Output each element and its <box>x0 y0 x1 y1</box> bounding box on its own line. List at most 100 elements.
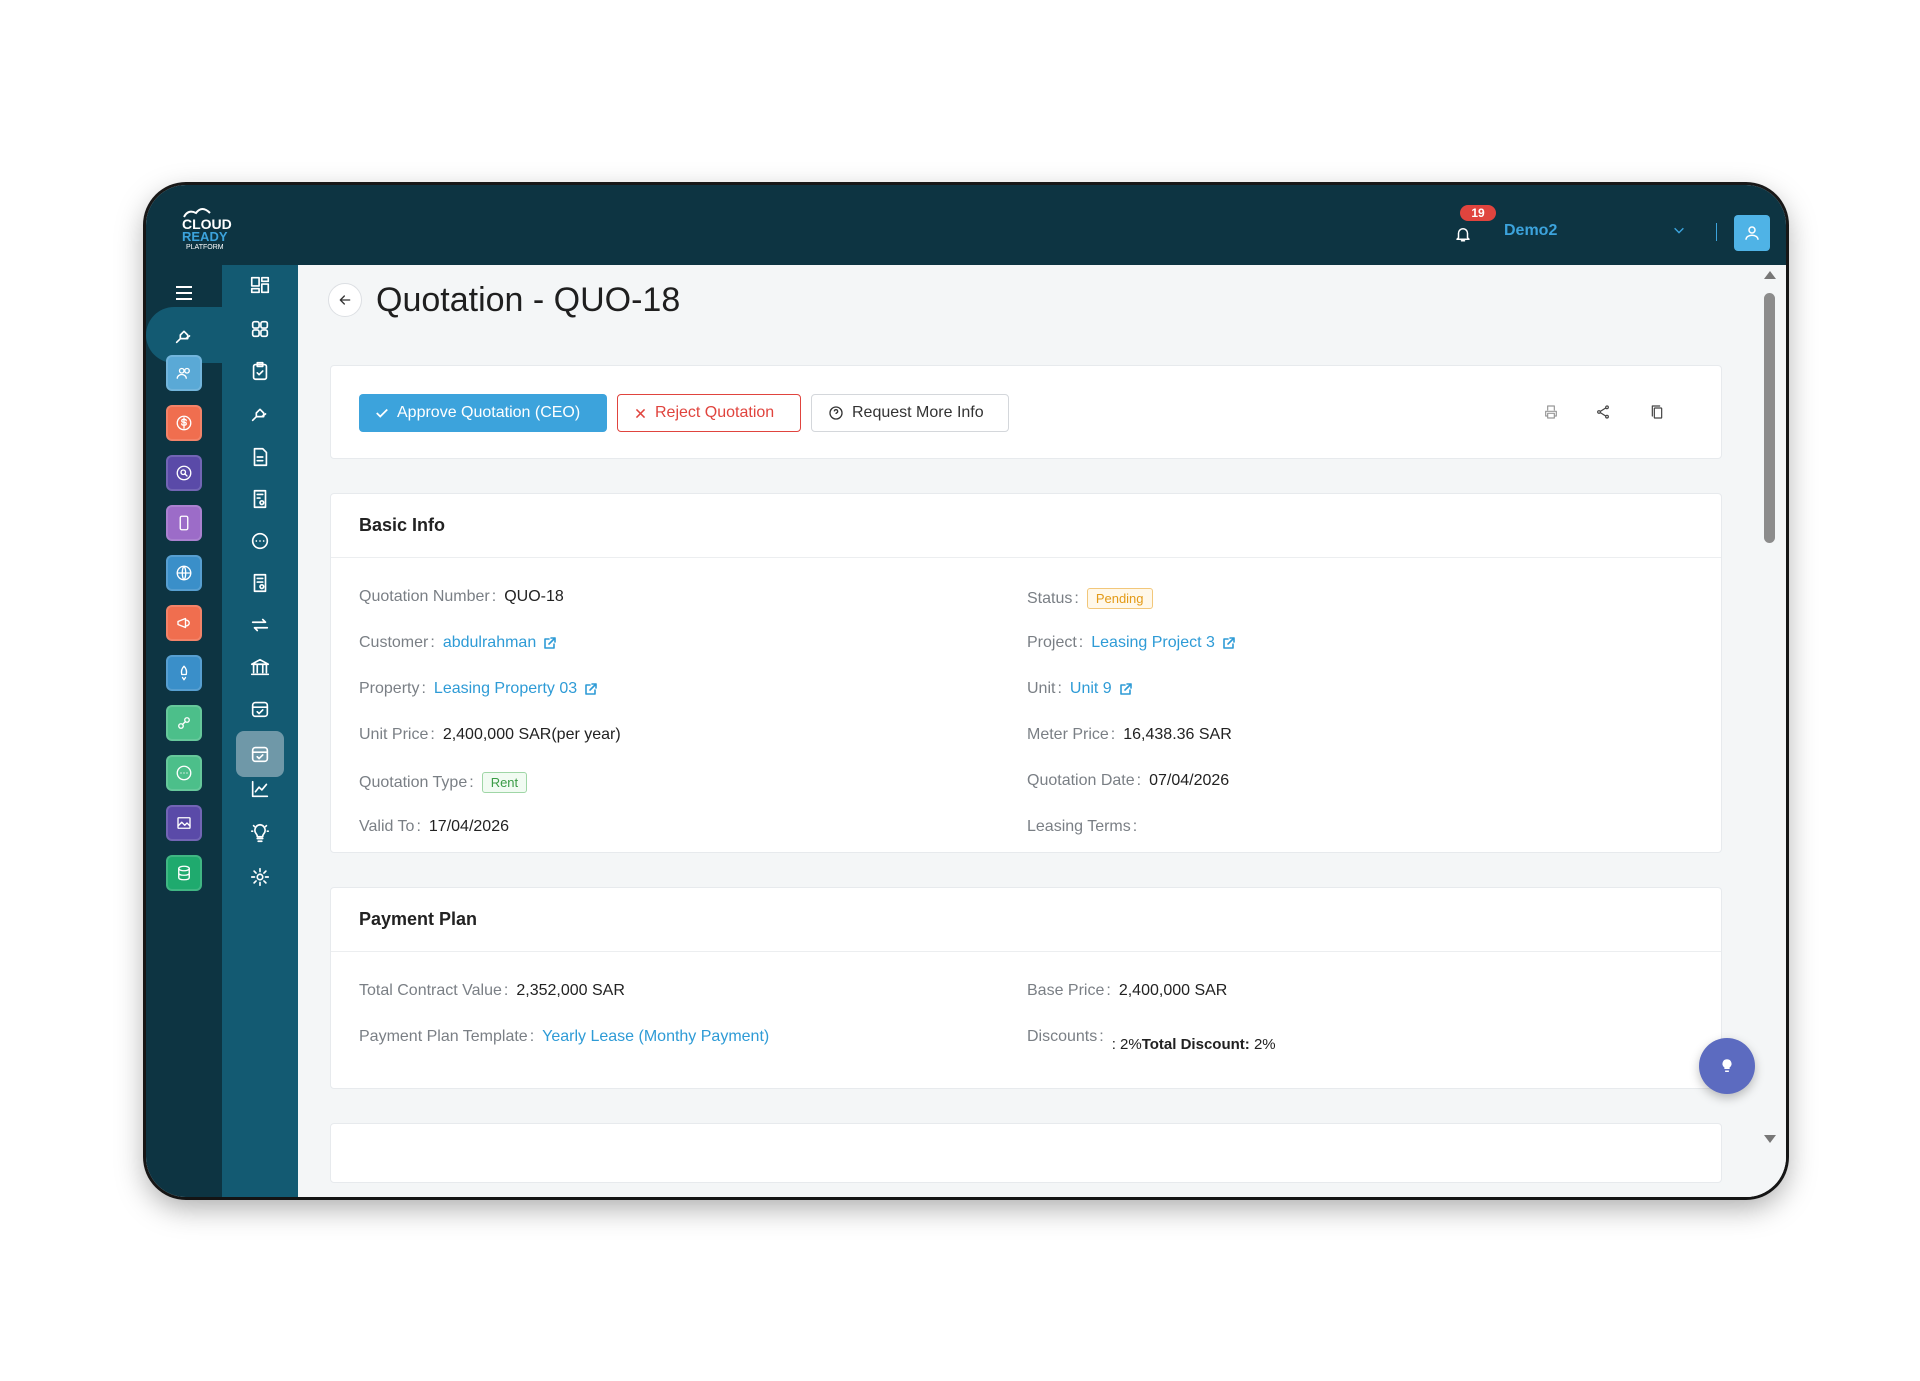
menu-icon[interactable] <box>174 285 194 301</box>
clipboard-check-icon[interactable] <box>246 357 274 385</box>
payment-plan-template-field: Payment Plan Template: Yearly Lease (Mon… <box>359 1028 770 1046</box>
hand-house-icon[interactable] <box>246 399 274 427</box>
quotation-number-field: Quotation Number: QUO-18 <box>359 588 564 605</box>
meter-price-field: Meter Price: 16,438.36 SAR <box>1027 726 1232 743</box>
chart-line-icon[interactable] <box>246 775 274 803</box>
app-tile-users[interactable] <box>166 355 202 391</box>
scroll-thumb[interactable] <box>1764 293 1775 543</box>
project-field: Project: Leasing Project 3 <box>1027 634 1237 652</box>
lightbulb-icon[interactable] <box>246 819 274 847</box>
unit-link[interactable]: Unit 9 <box>1070 680 1112 698</box>
user-name[interactable]: Demo2 <box>1504 222 1557 240</box>
check-icon <box>376 408 388 418</box>
app-logo[interactable]: CLOUD READY PLATFORM <box>178 207 258 251</box>
scroll-up-arrow[interactable] <box>1764 271 1776 279</box>
quotation-type-field: Quotation Type: Rent <box>359 772 528 793</box>
settings-gear-icon[interactable] <box>246 863 274 891</box>
basic-info-heading: Basic Info <box>331 494 1721 558</box>
quotations-nav-item-active[interactable] <box>236 731 284 777</box>
mobile-icon <box>179 515 189 531</box>
quotation-date-field: Quotation Date: 07/04/2026 <box>1027 772 1230 789</box>
external-link-icon[interactable] <box>1221 635 1237 651</box>
app-tile-launch[interactable] <box>166 655 202 691</box>
customer-field: Customer: abdulrahman <box>359 634 558 652</box>
next-section-card <box>330 1123 1722 1183</box>
project-link[interactable]: Leasing Project 3 <box>1091 634 1215 652</box>
megaphone-icon <box>177 617 190 629</box>
payment-plan-heading: Payment Plan <box>331 888 1721 952</box>
notification-count-badge: 19 <box>1460 205 1496 221</box>
scroll-down-arrow[interactable] <box>1764 1135 1776 1143</box>
rocket-icon <box>180 665 188 681</box>
customer-link[interactable]: abdulrahman <box>443 634 536 652</box>
payment-plan-card: Payment Plan Total Contract Value: 2,352… <box>330 887 1722 1089</box>
app-tile-integrations[interactable] <box>166 705 202 741</box>
basic-info-card: Basic Info Quotation Number: QUO-18 Stat… <box>330 493 1722 853</box>
device-frame: CLOUD READY PLATFORM 19 Demo2 Quotation … <box>146 185 1786 1197</box>
database-icon <box>178 865 190 881</box>
divider <box>1716 223 1717 241</box>
document-icon[interactable] <box>246 443 274 471</box>
calendar-check-icon <box>251 746 269 763</box>
image-icon <box>177 817 191 829</box>
lightbulb-fab-button[interactable] <box>1699 1038 1755 1094</box>
main-content: Quotation - QUO-18 Approve Quotation (CE… <box>298 265 1786 1197</box>
chat-bubble-icon[interactable] <box>246 527 274 555</box>
app-tile-media[interactable] <box>166 805 202 841</box>
unit-price-field: Unit Price: 2,400,000 SAR(per year) <box>359 726 621 743</box>
base-price-field: Base Price: 2,400,000 SAR <box>1027 982 1228 999</box>
external-link-icon[interactable] <box>583 681 599 697</box>
user-avatar-icon[interactable] <box>1734 215 1770 251</box>
close-icon <box>635 408 646 418</box>
svg-text:READY: READY <box>182 229 228 244</box>
app-tile-database[interactable] <box>166 855 202 891</box>
external-link-icon[interactable] <box>542 635 558 651</box>
search-icon <box>176 465 192 481</box>
approve-quotation-button[interactable]: Approve Quotation (CEO) <box>359 394 607 432</box>
status-badge: Pending <box>1086 588 1153 609</box>
dollar-icon <box>176 415 192 431</box>
app-switcher-rail <box>146 265 222 1197</box>
document-money-icon[interactable] <box>246 485 274 513</box>
grid-icon[interactable] <box>246 315 274 343</box>
app-tile-finance[interactable] <box>166 405 202 441</box>
bank-icon[interactable] <box>246 653 274 681</box>
total-contract-value-field: Total Contract Value: 2,352,000 SAR <box>359 982 625 999</box>
dashboard-icon[interactable] <box>246 271 274 299</box>
hand-house-icon <box>175 330 191 344</box>
page-title: Quotation - QUO-18 <box>376 281 681 319</box>
request-more-info-button[interactable]: Request More Info <box>811 394 1009 432</box>
calendar-check-icon[interactable] <box>246 695 274 723</box>
app-tile-web[interactable] <box>166 555 202 591</box>
quotation-type-badge: Rent <box>481 772 528 793</box>
users-icon <box>176 367 190 379</box>
back-arrow-icon[interactable] <box>328 283 362 317</box>
app-tile-chat[interactable] <box>166 755 202 791</box>
property-link[interactable]: Leasing Property 03 <box>434 680 577 698</box>
unit-field: Unit: Unit 9 <box>1027 680 1134 698</box>
app-tile-mobile[interactable] <box>166 505 202 541</box>
leasing-terms-field: Leasing Terms: <box>1027 818 1138 835</box>
svg-text:PLATFORM: PLATFORM <box>186 244 224 251</box>
reject-quotation-button[interactable]: Reject Quotation <box>617 394 801 432</box>
link-icon <box>178 717 190 729</box>
invoice-icon[interactable] <box>246 569 274 597</box>
globe-icon <box>176 565 192 581</box>
external-link-icon[interactable] <box>1118 681 1134 697</box>
valid-to-field: Valid To: 17/04/2026 <box>359 818 509 835</box>
chevron-down-icon[interactable] <box>1672 223 1688 239</box>
copy-icon[interactable] <box>1647 402 1667 422</box>
payment-plan-template-link[interactable]: Yearly Lease (Monthy Payment) <box>542 1028 769 1046</box>
discounts-field: Discounts: : 2%Total Discount: 2% <box>1027 1028 1276 1053</box>
app-tile-marketing[interactable] <box>166 605 202 641</box>
transfer-icon[interactable] <box>246 611 274 639</box>
vertical-scrollbar[interactable] <box>1760 265 1778 1197</box>
app-tile-search[interactable] <box>166 455 202 491</box>
chat-icon <box>176 765 192 781</box>
question-circle-icon <box>829 406 843 420</box>
share-icon[interactable] <box>1593 402 1613 422</box>
notification-bell-icon[interactable] <box>1454 225 1476 247</box>
status-field: Status: Pending <box>1027 588 1153 609</box>
print-icon[interactable] <box>1541 402 1561 422</box>
top-bar: CLOUD READY PLATFORM 19 Demo2 <box>146 185 1786 265</box>
